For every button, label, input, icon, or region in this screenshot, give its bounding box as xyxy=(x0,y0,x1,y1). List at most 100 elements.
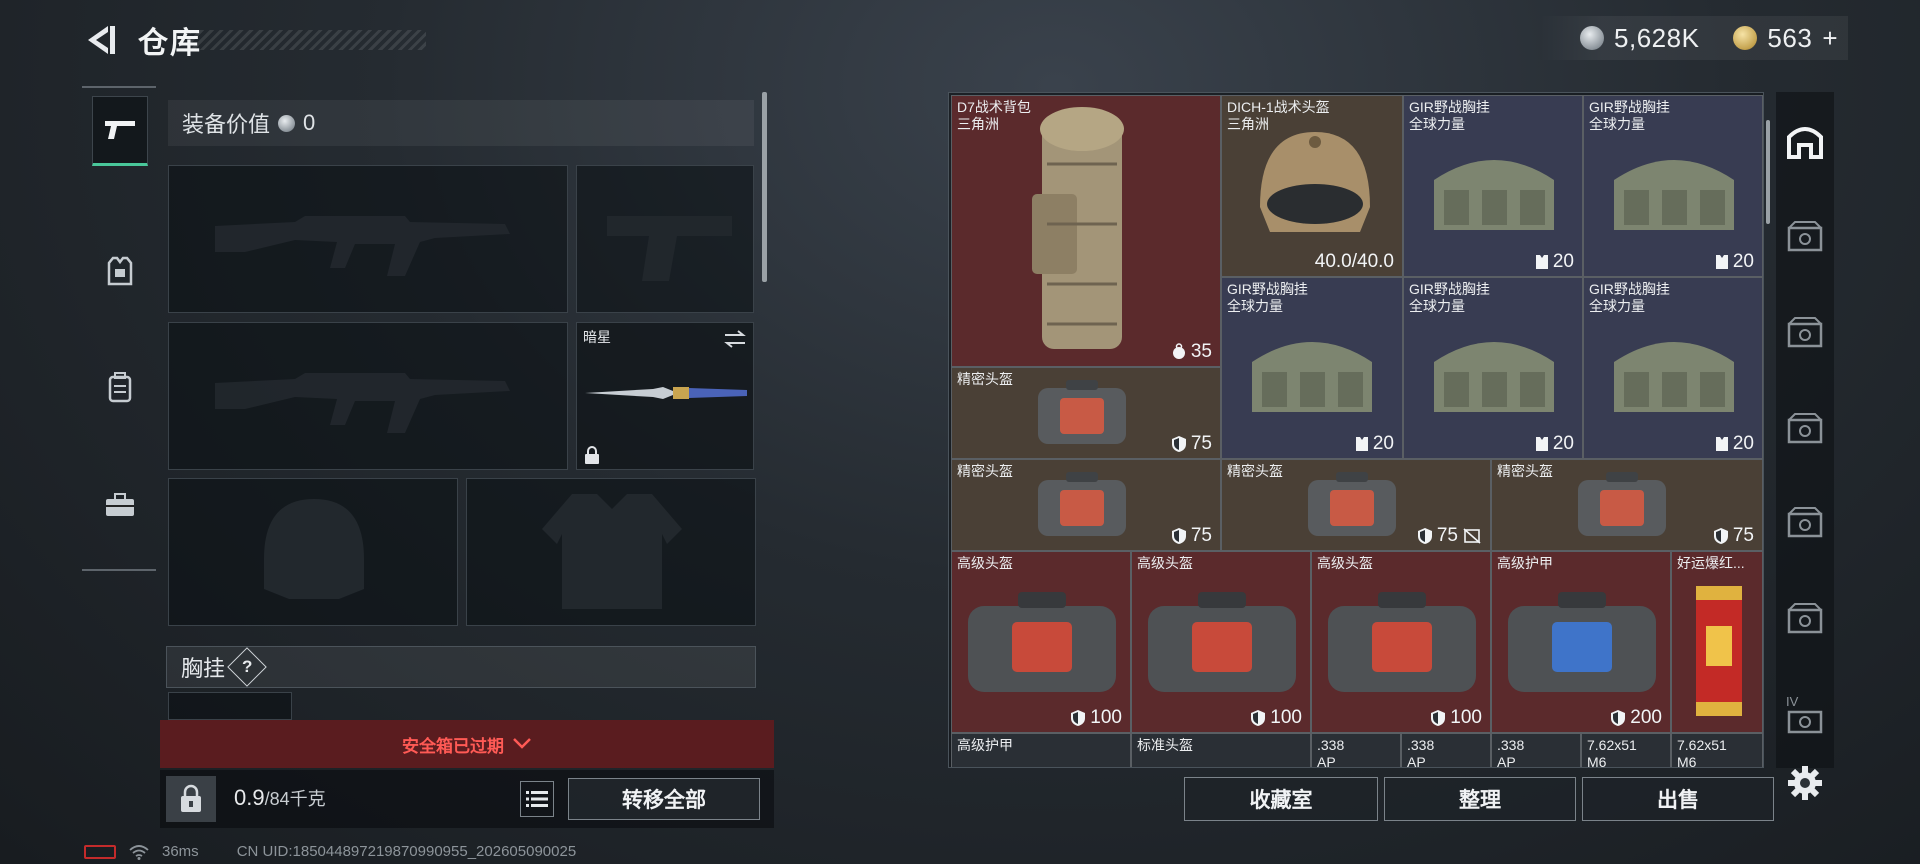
storage-item-chest-rig[interactable]: GIR野战胸挂 全球力量 20 xyxy=(1583,95,1763,277)
storage-item-backpack[interactable]: D7战术背包 三角洲 35 xyxy=(951,95,1221,367)
storage-item-case[interactable]: 高级头盔 100 xyxy=(1311,551,1491,733)
storage-item-case[interactable]: 标准头盔 xyxy=(1131,733,1311,767)
list-view-button[interactable] xyxy=(520,781,554,817)
primary-weapon-slot[interactable] xyxy=(168,165,568,313)
vest-icon xyxy=(1535,255,1548,269)
vest-icon xyxy=(1715,255,1728,269)
secondary-rifle-slot[interactable] xyxy=(168,322,568,470)
item-name: GIR野战胸挂 xyxy=(1409,99,1490,115)
storage-item-case[interactable]: 精密头盔 75 xyxy=(951,367,1221,459)
storage-item-chest-rig[interactable]: GIR野战胸挂 全球力量 20 xyxy=(1403,277,1583,459)
item-brand: 全球力量 xyxy=(1409,116,1465,132)
item-value: 100 xyxy=(1270,707,1302,728)
storage-item-chest-rig[interactable]: GIR野战胸挂 全球力量 20 xyxy=(1221,277,1403,459)
collection-room-button[interactable]: 收藏室 xyxy=(1184,777,1378,821)
storage-tab-7[interactable]: IV xyxy=(1784,694,1826,736)
item-brand: M6 xyxy=(1677,754,1697,768)
storage-tab-3[interactable] xyxy=(1784,312,1826,354)
armor-slot[interactable] xyxy=(466,478,756,626)
item-name: 高级护甲 xyxy=(1497,555,1553,571)
shield-icon xyxy=(1251,710,1266,726)
item-brand: 全球力量 xyxy=(1227,298,1283,314)
shield-icon xyxy=(1431,710,1446,726)
ping-value: 36ms xyxy=(162,843,199,860)
storage-item-ammo[interactable]: 7.62x51 M6 xyxy=(1671,733,1763,768)
carry-weight: 0.9/84千克 xyxy=(234,785,326,811)
item-value: 20 xyxy=(1552,251,1574,272)
item-value: 75 xyxy=(1732,525,1754,546)
helmet-slot[interactable] xyxy=(168,478,458,626)
item-brand: M6 xyxy=(1587,754,1607,768)
storage-item-ammo[interactable]: .338 AP xyxy=(1311,733,1401,768)
storage-tab-5[interactable] xyxy=(1784,502,1826,544)
tab-weapons[interactable] xyxy=(92,96,148,166)
help-button[interactable]: ? xyxy=(227,647,267,687)
item-name: 精密头盔 xyxy=(957,371,1013,387)
chest-rig-slot[interactable] xyxy=(168,692,292,720)
tab-armor[interactable] xyxy=(92,236,148,306)
title-decoration xyxy=(190,30,426,50)
sell-button[interactable]: 出售 xyxy=(1582,777,1774,821)
silver-amount: 5,628K xyxy=(1614,22,1700,53)
swap-icon[interactable] xyxy=(723,329,747,349)
item-brand: 全球力量 xyxy=(1589,116,1645,132)
item-brand: AP xyxy=(1317,754,1336,768)
tab-backpack[interactable] xyxy=(92,352,148,422)
item-name: D7战术背包 xyxy=(957,99,1031,115)
shield-icon xyxy=(1071,710,1086,726)
storage-item-helmet[interactable]: DICH-1战术头盔 三角洲 40.0/40.0 xyxy=(1221,95,1403,277)
storage-item-ammo[interactable]: .338 AP xyxy=(1491,733,1581,767)
storage-item-case[interactable]: 高级护甲 200 xyxy=(1491,551,1671,733)
storage-item-case[interactable]: 精密头盔 75 xyxy=(1491,459,1763,551)
item-value: 35 xyxy=(1190,341,1212,362)
item-name: 精密头盔 xyxy=(1497,463,1553,479)
equipment-scrollbar[interactable] xyxy=(762,92,767,282)
storage-tab-home[interactable] xyxy=(1784,120,1826,162)
transfer-all-button[interactable]: 转移全部 xyxy=(568,778,760,820)
case-item-art xyxy=(968,592,1116,692)
item-name: 7.62x51 xyxy=(1587,737,1637,753)
settings-gear-icon[interactable] xyxy=(1786,764,1824,802)
storage-tab-2[interactable] xyxy=(1784,216,1826,258)
storage-scrollbar[interactable] xyxy=(1766,120,1770,224)
firecracker-item-art xyxy=(1696,586,1742,716)
lock-icon xyxy=(585,446,599,464)
safebox-button[interactable] xyxy=(166,776,216,822)
storage-item-case[interactable]: 精密头盔 75 xyxy=(1221,459,1491,551)
case-item-art xyxy=(1038,380,1126,444)
shield-icon xyxy=(1611,710,1626,726)
storage-tab-4[interactable] xyxy=(1784,408,1826,450)
list-icon xyxy=(526,791,548,807)
chest-rig-item-art xyxy=(1434,342,1554,412)
shield-icon xyxy=(1713,528,1728,544)
add-currency-button[interactable]: + xyxy=(1822,23,1838,54)
melee-weapon-slot[interactable]: 暗星 xyxy=(576,322,754,470)
storage-item-case[interactable]: 精密头盔 75 xyxy=(951,459,1221,551)
item-name: GIR野战胸挂 xyxy=(1227,281,1308,297)
storage-item-case[interactable]: 高级护甲 xyxy=(951,733,1131,767)
storage-item-ammo[interactable]: 7.62x51 M6 xyxy=(1581,733,1671,768)
item-brand: 三角洲 xyxy=(957,116,999,132)
silver-coin-icon xyxy=(278,114,296,132)
case-item-art xyxy=(1328,592,1476,692)
vest-icon xyxy=(1355,437,1368,451)
storage-item-chest-rig[interactable]: GIR野战胸挂 全球力量 20 xyxy=(1583,277,1763,459)
helmet-item-art xyxy=(1260,132,1370,232)
safebox-expired-banner[interactable]: 安全箱已过期 xyxy=(160,720,774,768)
back-button[interactable] xyxy=(80,20,120,60)
chevron-down-icon xyxy=(513,738,531,749)
storage-item-ammo[interactable]: .338 AP xyxy=(1401,733,1491,767)
secondary-weapon-slot[interactable] xyxy=(576,165,754,313)
organize-button[interactable]: 整理 xyxy=(1384,777,1576,821)
shield-icon xyxy=(1171,436,1186,452)
storage-tab-6[interactable] xyxy=(1784,598,1826,640)
storage-item-case[interactable]: 高级头盔 100 xyxy=(1131,551,1311,733)
item-name: GIR野战胸挂 xyxy=(1409,281,1490,297)
safebox-expired-text: 安全箱已过期 xyxy=(402,736,504,756)
battery-icon xyxy=(84,844,116,859)
storage-item-firecracker[interactable]: 好运爆红... xyxy=(1671,551,1763,733)
tab-toolbox[interactable] xyxy=(92,470,148,540)
storage-item-chest-rig[interactable]: GIR野战胸挂 全球力量 20 xyxy=(1403,95,1583,277)
item-value: 100 xyxy=(1450,707,1482,728)
storage-item-case[interactable]: 高级头盔 100 xyxy=(951,551,1131,733)
